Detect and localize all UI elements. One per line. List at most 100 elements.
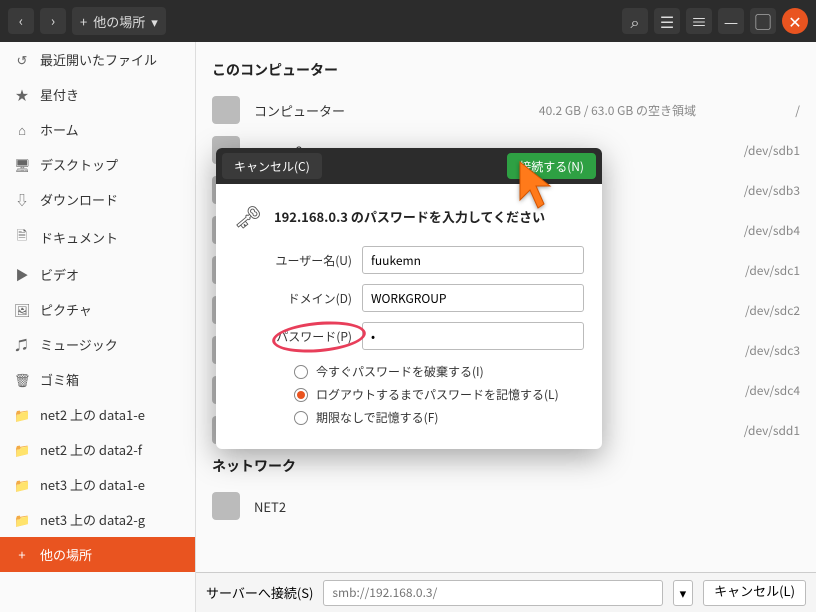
sidebar-item-label: net3 上の data1-e	[40, 475, 145, 494]
drive-path: /dev/sdb4	[710, 222, 800, 239]
close-icon: ✕	[788, 9, 801, 33]
sidebar-icon: ⌂	[14, 120, 30, 139]
sidebar-item-label: 星付き	[40, 85, 79, 104]
search-icon: ⌕	[631, 9, 640, 33]
sidebar-item-label: 他の場所	[40, 545, 92, 564]
sidebar-item-label: ビデオ	[40, 265, 79, 284]
forward-button[interactable]: ›	[40, 8, 66, 34]
network-icon	[212, 492, 240, 520]
password-dialog: キャンセル(C) 接続する(N) 🗝 192.168.0.3 のパスワードを入力…	[216, 148, 602, 449]
sidebar-item[interactable]: ♫ ミュージック	[0, 327, 195, 362]
connect-label: サーバーへ接続(S)	[206, 583, 313, 602]
close-button[interactable]: ✕	[782, 8, 808, 34]
radio-icon	[294, 365, 308, 379]
section-title: ネットワーク	[212, 456, 800, 476]
radio-label: ログアウトするまでパスワードを記憶する(L)	[316, 386, 559, 403]
drive-name: コンピューター	[254, 101, 345, 120]
sidebar-icon: ⇩	[14, 190, 30, 209]
sidebar-item-label: ミュージック	[40, 335, 118, 354]
server-address-input[interactable]	[323, 580, 662, 606]
password-input[interactable]	[362, 322, 584, 350]
radio-option[interactable]: 期限なしで記憶する(F)	[294, 406, 584, 429]
sidebar-icon: 📁	[14, 510, 30, 529]
remember-options: 今すぐパスワードを破棄する(I) ログアウトするまでパスワードを記憶する(L) 期限…	[294, 360, 584, 429]
location-chip[interactable]: + 他の場所 ▾	[72, 7, 166, 35]
drive-path: /dev/sdb1	[710, 142, 800, 159]
sidebar-item[interactable]: 🗎ドキュメント	[0, 217, 195, 257]
sidebar-item-label: ダウンロード	[40, 190, 118, 209]
dialog-connect-button[interactable]: 接続する(N)	[507, 153, 596, 179]
sidebar-icon: 📁	[14, 405, 30, 424]
sidebar-icon: 📁	[14, 440, 30, 459]
radio-icon	[294, 411, 308, 425]
sidebar-item[interactable]: 📁 net3 上の data2-g	[0, 502, 195, 537]
sidebar-item-label: 最近開いたファイル	[40, 50, 157, 69]
sidebar-item[interactable]: ★ 星付き	[0, 77, 195, 112]
minimize-icon: —	[724, 9, 738, 33]
sidebar-icon: 🗎	[14, 225, 30, 249]
dialog-body: 🗝 192.168.0.3 のパスワードを入力してください ユーザー名(U) ド…	[216, 184, 602, 449]
drive-path: /dev/sdc2	[710, 302, 800, 319]
username-input[interactable]	[362, 246, 584, 274]
drive-path: /dev/sdc3	[710, 342, 800, 359]
radio-option[interactable]: 今すぐパスワードを破棄する(I)	[294, 360, 584, 383]
sidebar-item[interactable]: ▶ ビデオ	[0, 257, 195, 292]
sidebar-item-label: net2 上の data2-f	[40, 440, 142, 459]
sidebar-item-label: ピクチャ	[40, 300, 92, 319]
sidebar: ↺最近開いたファイル★星付き⌂ホーム🖥デスクトップ⇩ダウンロード🗎ドキュメント▶…	[0, 42, 196, 612]
drive-row[interactable]: コンピューター40.2 GB / 63.0 GB の空き領域/	[212, 90, 800, 130]
history-button[interactable]: ▾	[673, 580, 694, 606]
username-label: ユーザー名(U)	[234, 252, 352, 269]
sidebar-item[interactable]: ↺ 最近開いたファイル	[0, 42, 195, 77]
section-title: このコンピューター	[212, 60, 800, 80]
dialog-title: 192.168.0.3 のパスワードを入力してください	[274, 207, 545, 226]
sidebar-icon: ▶	[14, 265, 30, 284]
hamburger-icon: ≡	[691, 9, 707, 33]
sidebar-icon: ♫	[14, 335, 30, 354]
drive-path: /dev/sdc4	[710, 382, 800, 399]
sidebar-item[interactable]: 📁 net2 上の data2-f	[0, 432, 195, 467]
sidebar-item[interactable]: 📁 net3 上の data1-e	[0, 467, 195, 502]
menu-button[interactable]: ≡	[686, 8, 712, 34]
radio-label: 今すぐパスワードを破棄する(I)	[316, 363, 484, 380]
titlebar: ‹ › + 他の場所 ▾ ⌕ ☰ ≡ — ▢ ✕	[0, 0, 816, 42]
minimize-button[interactable]: —	[718, 8, 744, 34]
drive-path: /dev/sdc1	[710, 262, 800, 279]
connect-bar: サーバーへ接続(S) ▾ キャンセル(L)	[196, 572, 816, 612]
network-row[interactable]: NET2	[212, 486, 800, 526]
sidebar-icon: 🖥	[14, 155, 30, 174]
list-view-button[interactable]: ☰	[654, 8, 680, 34]
dialog-header: キャンセル(C) 接続する(N)	[216, 148, 602, 184]
radio-label: 期限なしで記憶する(F)	[316, 409, 438, 426]
sidebar-icon: ★	[14, 85, 30, 104]
sidebar-item[interactable]: ⇩ ダウンロード	[0, 182, 195, 217]
sidebar-item[interactable]: 📁 net2 上の data1-e	[0, 397, 195, 432]
drive-meta: 40.2 GB / 63.0 GB の空き領域	[539, 102, 696, 119]
radio-icon	[294, 388, 308, 402]
sidebar-item[interactable]: 🗑ゴミ箱	[0, 362, 195, 397]
maximize-button[interactable]: ▢	[750, 8, 776, 34]
sidebar-item[interactable]: 🖥デスクトップ	[0, 147, 195, 182]
domain-input[interactable]	[362, 284, 584, 312]
sidebar-item-label: net3 上の data2-g	[40, 510, 145, 529]
sidebar-icon: 📁	[14, 475, 30, 494]
back-button[interactable]: ‹	[8, 8, 34, 34]
domain-label: ドメイン(D)	[234, 290, 352, 307]
connect-cancel-button[interactable]: キャンセル(L)	[703, 580, 806, 606]
chevron-down-icon: ▾	[151, 12, 158, 31]
radio-option[interactable]: ログアウトするまでパスワードを記憶する(L)	[294, 383, 584, 406]
sidebar-item[interactable]: 🖼 ピクチャ	[0, 292, 195, 327]
list-icon: ☰	[660, 9, 674, 33]
sidebar-icon: 🖼	[14, 300, 30, 319]
drive-path: /dev/sdb3	[710, 182, 800, 199]
sidebar-item-other-locations[interactable]: + 他の場所	[0, 537, 195, 572]
plus-icon: +	[14, 545, 30, 564]
chevron-down-icon: ▾	[680, 583, 687, 602]
drive-icon	[212, 96, 240, 124]
sidebar-item-label: ゴミ箱	[40, 370, 79, 389]
sidebar-icon: ↺	[14, 50, 30, 69]
sidebar-item[interactable]: ⌂ホーム	[0, 112, 195, 147]
search-button[interactable]: ⌕	[622, 8, 648, 34]
dialog-cancel-button[interactable]: キャンセル(C)	[222, 153, 322, 179]
sidebar-item-label: net2 上の data1-e	[40, 405, 145, 424]
